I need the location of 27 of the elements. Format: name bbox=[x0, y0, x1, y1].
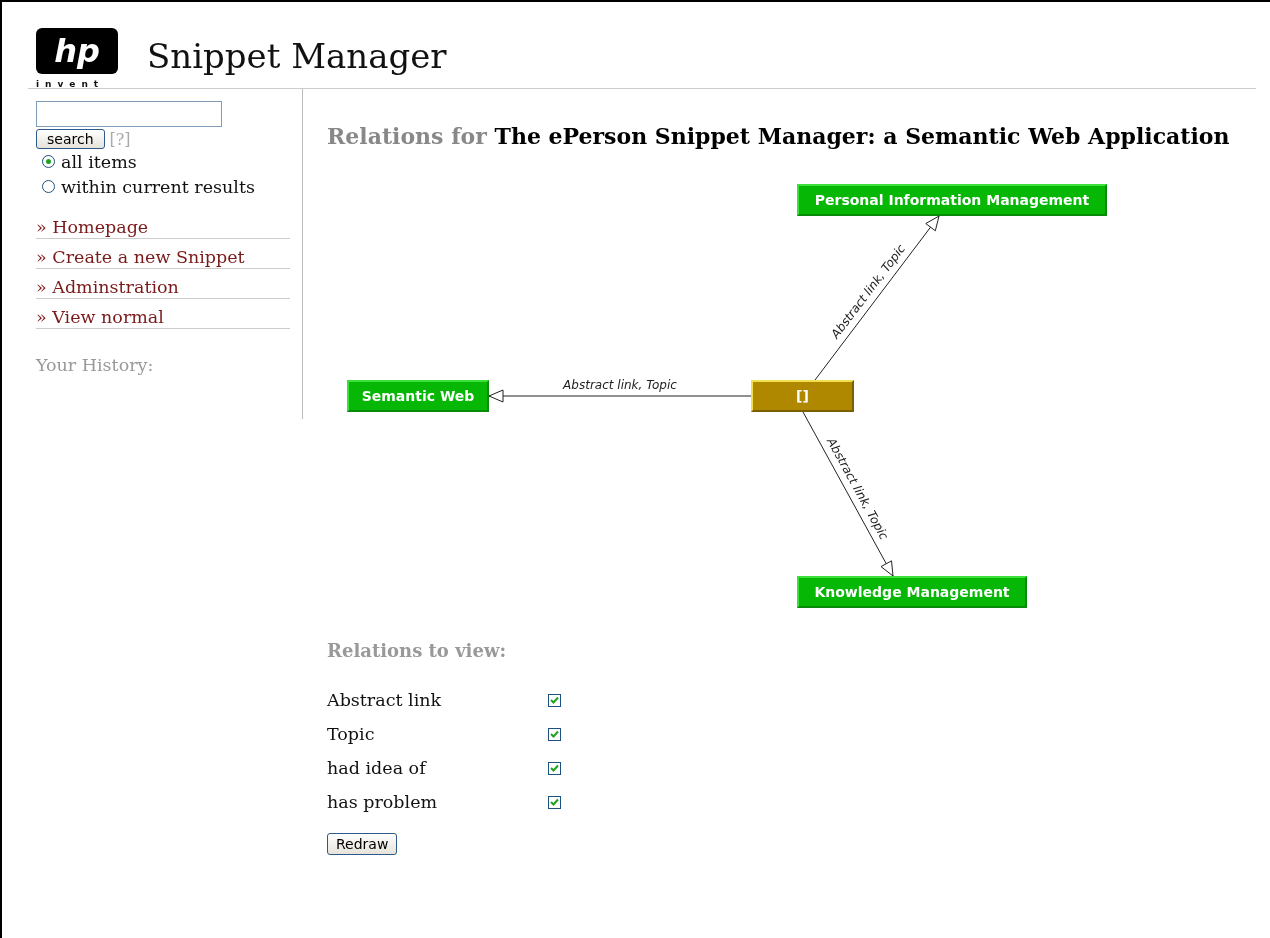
site-title: Snippet Manager bbox=[147, 36, 447, 76]
logo-mark: hp bbox=[36, 28, 118, 74]
section-heading: Relations to view: bbox=[327, 640, 508, 661]
nav-link[interactable]: » Adminstration bbox=[36, 276, 179, 298]
radio-label: within current results bbox=[61, 176, 255, 197]
heading-title: The ePerson Snippet Manager: a Semantic Web Application bbox=[494, 123, 1230, 149]
radio-label: all items bbox=[61, 151, 137, 172]
checkbox[interactable] bbox=[548, 761, 561, 775]
checkbox[interactable] bbox=[548, 693, 561, 707]
relation-label: Topic bbox=[327, 724, 376, 744]
relation-label: had idea of bbox=[327, 758, 428, 778]
relation-label: has problem bbox=[327, 792, 439, 812]
radio-button[interactable] bbox=[42, 180, 55, 193]
nav-link[interactable]: » Homepage bbox=[36, 216, 149, 238]
history-label: Your History: bbox=[36, 355, 155, 375]
nav-link[interactable]: » Create a new Snippet bbox=[36, 246, 245, 268]
edge-label: Abstract link, Topic bbox=[563, 378, 677, 392]
radio-button[interactable] bbox=[42, 155, 55, 168]
checkbox[interactable] bbox=[548, 727, 561, 741]
checkbox[interactable] bbox=[548, 795, 561, 809]
redraw-button[interactable]: Redraw bbox=[327, 833, 398, 855]
logo-tagline: invent bbox=[36, 79, 106, 89]
search-field[interactable] bbox=[36, 101, 222, 127]
search-button[interactable]: search bbox=[36, 129, 105, 149]
nav-link[interactable]: » View normal bbox=[36, 306, 164, 328]
heading-prefix: Relations for bbox=[327, 123, 487, 149]
relation-label: Abstract link bbox=[327, 690, 443, 710]
